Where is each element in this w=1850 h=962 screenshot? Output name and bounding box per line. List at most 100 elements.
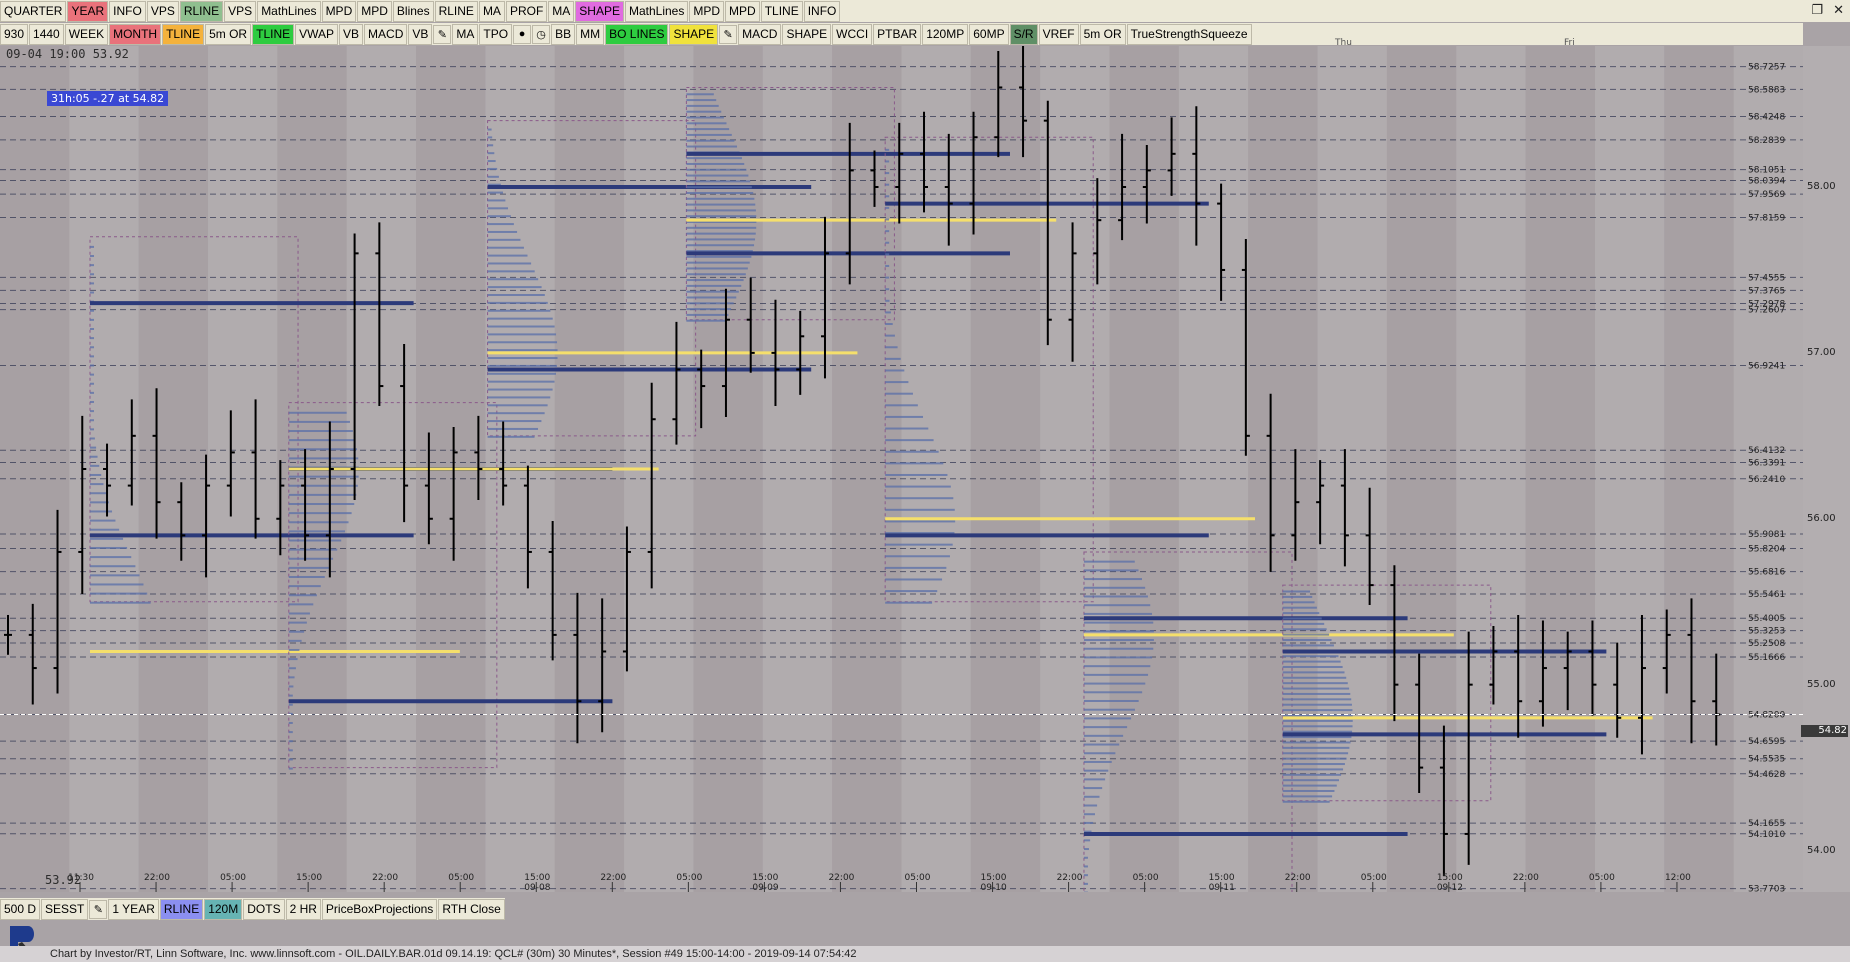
btn-macd[interactable]: MACD: [738, 23, 782, 45]
btn-dots[interactable]: DOTS: [243, 898, 285, 920]
btn-month[interactable]: MONTH: [109, 23, 162, 45]
profile-bar: [90, 391, 94, 394]
btn-60mp[interactable]: 60MP: [969, 23, 1009, 45]
btn-priceboxprojections[interactable]: PriceBoxProjections: [321, 898, 438, 920]
btn-ma[interactable]: MA: [452, 23, 479, 45]
btn-2-hr[interactable]: 2 HR: [285, 898, 321, 920]
btn-1-year[interactable]: 1 YEAR: [108, 898, 159, 920]
pencil-icon[interactable]: ✎: [433, 24, 452, 44]
close-icon[interactable]: ✕: [1833, 2, 1844, 18]
btn-s-r[interactable]: S/R: [1009, 23, 1038, 45]
btn-5m-or[interactable]: 5m OR: [1079, 23, 1126, 45]
btn-rline[interactable]: RLINE: [179, 0, 224, 22]
profile-bar: [288, 749, 293, 752]
profile-bar: [885, 288, 890, 291]
btn-sesst[interactable]: SESST: [41, 898, 89, 920]
btn-year[interactable]: YEAR: [67, 0, 109, 22]
btn-truestrengthsqueeze[interactable]: TrueStrengthSqueeze: [1126, 23, 1252, 45]
btn-mathlines[interactable]: MathLines: [624, 0, 689, 22]
price-axis[interactable]: 54.00 55.00 56.00 57.00 58.00: [1803, 46, 1850, 892]
profile-bar: [885, 172, 890, 175]
btn-5m-or[interactable]: 5m OR: [205, 23, 252, 45]
drop-icon[interactable]: ●: [513, 24, 532, 44]
profile-bar: [487, 238, 521, 241]
profile-bar: [288, 758, 293, 761]
pencil-icon[interactable]: ✎: [89, 899, 108, 919]
btn-vps[interactable]: VPS: [146, 0, 179, 22]
btn-mathlines[interactable]: MathLines: [257, 0, 321, 22]
profile-bar: [90, 245, 94, 248]
btn-info[interactable]: INFO: [803, 0, 841, 22]
profile-bar: [90, 446, 97, 449]
price-chart[interactable]: 58.7257 58.5883 58.4248 58.2839 58.105158.03…: [0, 46, 1803, 892]
profile-bar: [885, 369, 905, 372]
btn-rline[interactable]: RLINE: [434, 0, 478, 22]
x-tick-label: 15:00: [1437, 873, 1463, 883]
profile-bar: [1083, 647, 1154, 650]
btn-tpo[interactable]: TPO: [479, 23, 513, 45]
btn-week[interactable]: WEEK: [64, 23, 109, 45]
pencil-icon[interactable]: ✎: [719, 24, 738, 44]
profile-bar: [487, 136, 493, 139]
profile-bar: [885, 601, 933, 604]
btn-500-d[interactable]: 500 D: [0, 898, 41, 920]
profile-bar: [686, 122, 727, 125]
profile-bar: [1083, 612, 1153, 615]
btn-mpd[interactable]: MPD: [321, 0, 357, 22]
btn-930[interactable]: 930: [0, 23, 29, 45]
btn-prof[interactable]: PROF: [505, 0, 548, 22]
window-controls: ❐ ✕: [1811, 2, 1844, 18]
btn-shape[interactable]: SHAPE: [575, 0, 624, 22]
btn-vwap[interactable]: VWAP: [295, 23, 339, 45]
profile-bar: [885, 590, 938, 593]
profile-bar: [90, 510, 113, 513]
btn-tline[interactable]: TLINE: [252, 23, 295, 45]
profile-bar: [487, 420, 542, 423]
btn-120m[interactable]: 120M: [204, 898, 243, 920]
btn-mpd[interactable]: MPD: [725, 0, 760, 22]
btn-tline[interactable]: TLINE: [760, 0, 803, 22]
btn-ptbar[interactable]: PTBAR: [873, 23, 922, 45]
btn-mpd[interactable]: MPD: [689, 0, 725, 22]
clock-icon[interactable]: ◷: [532, 24, 551, 44]
btn-ma[interactable]: MA: [478, 0, 505, 22]
session-band: [1594, 46, 1665, 892]
btn-quarter[interactable]: QUARTER: [0, 0, 67, 22]
profile-bar: [1083, 656, 1153, 659]
btn-rline[interactable]: RLINE: [159, 898, 204, 920]
profile-bar: [487, 293, 545, 296]
btn-macd[interactable]: MACD: [364, 23, 408, 45]
btn-ma[interactable]: MA: [548, 0, 575, 22]
btn-rth-close[interactable]: RTH Close: [438, 898, 505, 920]
profile-bar: [686, 128, 730, 131]
profile-bar: [885, 578, 943, 581]
footer-text: Chart by Investor/RT, Linn Software, Inc…: [50, 948, 857, 960]
profile-bar: [885, 381, 909, 384]
profile-bar: [1083, 630, 1154, 633]
btn-bb[interactable]: BB: [551, 23, 576, 45]
btn-120mp[interactable]: 120MP: [922, 23, 969, 45]
btn-vref[interactable]: VREF: [1038, 23, 1079, 45]
level-label: 58.5883: [1748, 85, 1785, 95]
x-tick-label: 15:00: [524, 873, 550, 883]
profile-bar: [686, 215, 757, 218]
btn-vb[interactable]: VB: [339, 23, 364, 45]
y-tick-label: 58.00: [1807, 181, 1836, 192]
profile-bar: [1282, 779, 1339, 782]
btn-bo-lines[interactable]: BO LINES: [605, 23, 669, 45]
btn-wcci[interactable]: WCCI: [832, 23, 873, 45]
btn-info[interactable]: INFO: [109, 0, 146, 22]
btn-mpd[interactable]: MPD: [357, 0, 392, 22]
btn-tline[interactable]: TLINE: [162, 23, 205, 45]
restore-icon[interactable]: ❐: [1811, 2, 1823, 18]
level-label: 58.1051: [1748, 166, 1785, 176]
btn-1440[interactable]: 1440: [29, 23, 64, 45]
btn-blines[interactable]: Blines: [392, 0, 434, 22]
btn-vb[interactable]: VB: [408, 23, 433, 45]
btn-vps[interactable]: VPS: [224, 0, 257, 22]
btn-mm[interactable]: MM: [576, 23, 605, 45]
profile-bar: [686, 313, 729, 316]
btn-shape[interactable]: SHAPE: [669, 23, 719, 45]
session-band: [1040, 46, 1110, 892]
btn-shape[interactable]: SHAPE: [782, 23, 832, 45]
